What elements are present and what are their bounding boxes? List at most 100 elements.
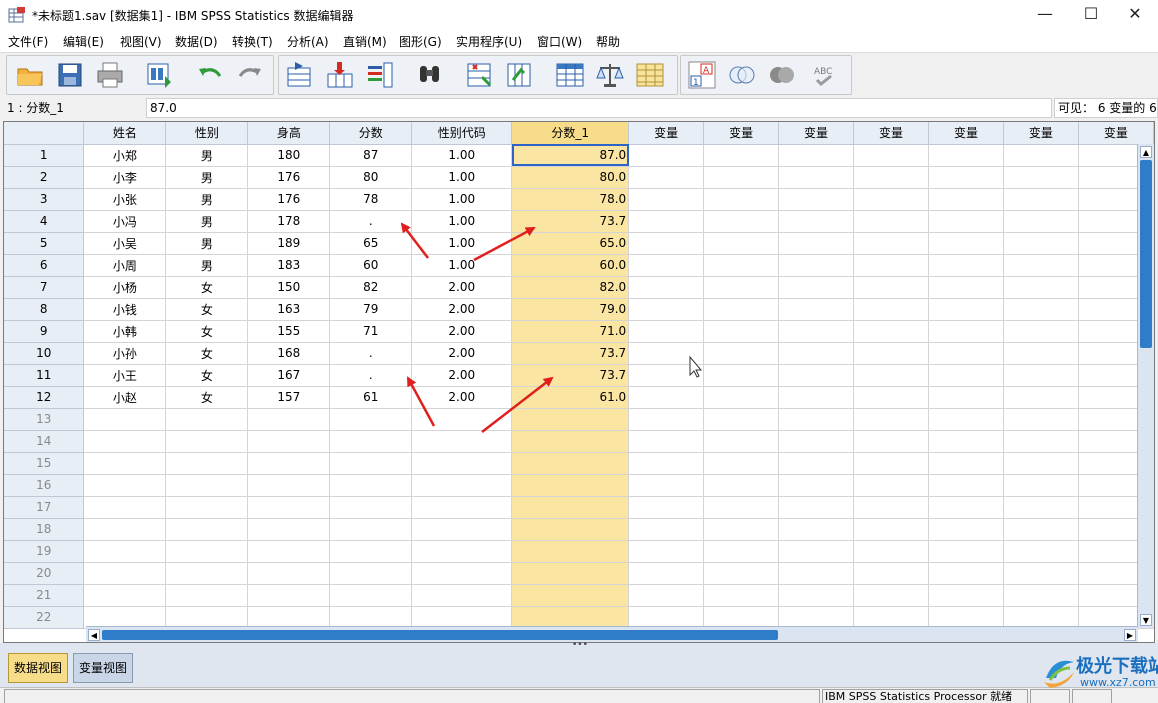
data-cell[interactable] bbox=[703, 540, 780, 563]
data-cell[interactable] bbox=[628, 386, 705, 409]
data-cell[interactable]: 小吴 bbox=[83, 232, 167, 255]
data-cell[interactable] bbox=[928, 232, 1004, 255]
data-cell[interactable] bbox=[778, 518, 855, 541]
undo-icon[interactable] bbox=[195, 60, 225, 90]
data-cell[interactable] bbox=[329, 562, 413, 585]
data-cell[interactable] bbox=[83, 584, 167, 607]
data-cell[interactable] bbox=[853, 254, 929, 277]
data-cell[interactable] bbox=[83, 518, 167, 541]
data-cell[interactable] bbox=[628, 408, 705, 431]
row-header[interactable]: 19 bbox=[4, 540, 85, 563]
data-cell[interactable]: 78 bbox=[329, 188, 413, 211]
column-header[interactable]: 变量 bbox=[928, 122, 1004, 145]
data-cell[interactable] bbox=[511, 518, 630, 541]
data-cell[interactable] bbox=[247, 584, 331, 607]
data-cell[interactable] bbox=[778, 276, 855, 299]
column-header[interactable]: 变量 bbox=[628, 122, 705, 145]
data-cell[interactable]: 小孙 bbox=[83, 342, 167, 365]
data-cell[interactable]: 小韩 bbox=[83, 320, 167, 343]
data-cell[interactable] bbox=[778, 298, 855, 321]
data-cell[interactable] bbox=[329, 606, 413, 629]
data-cell[interactable] bbox=[247, 540, 331, 563]
data-cell[interactable]: 71 bbox=[329, 320, 413, 343]
data-cell[interactable] bbox=[928, 144, 1004, 167]
data-cell[interactable] bbox=[928, 584, 1004, 607]
data-cell[interactable] bbox=[703, 584, 780, 607]
data-cell[interactable]: 2.00 bbox=[411, 342, 513, 365]
data-cell[interactable] bbox=[853, 562, 929, 585]
data-cell[interactable] bbox=[778, 562, 855, 585]
data-cell[interactable] bbox=[411, 606, 513, 629]
data-cell[interactable] bbox=[411, 474, 513, 497]
column-header[interactable]: 变量 bbox=[853, 122, 929, 145]
data-cell[interactable] bbox=[853, 452, 929, 475]
data-cell[interactable]: 男 bbox=[165, 210, 249, 233]
data-cell[interactable]: 小李 bbox=[83, 166, 167, 189]
data-cell[interactable] bbox=[83, 562, 167, 585]
data-cell[interactable] bbox=[247, 430, 331, 453]
vertical-scrollbar[interactable]: ▲ ▼ bbox=[1137, 144, 1154, 628]
data-cell[interactable]: 1.00 bbox=[411, 166, 513, 189]
vertical-scroll-thumb[interactable] bbox=[1140, 160, 1152, 348]
data-cell[interactable] bbox=[329, 496, 413, 519]
horizontal-scrollbar[interactable]: ◀ ▶ bbox=[86, 626, 1138, 642]
data-cell[interactable] bbox=[83, 430, 167, 453]
data-cell[interactable]: 女 bbox=[165, 298, 249, 321]
data-cell[interactable] bbox=[853, 276, 929, 299]
data-cell[interactable] bbox=[703, 232, 780, 255]
data-cell[interactable] bbox=[703, 320, 780, 343]
data-cell[interactable] bbox=[1003, 188, 1079, 211]
data-cell[interactable] bbox=[1003, 540, 1079, 563]
data-cell[interactable]: 男 bbox=[165, 254, 249, 277]
data-cell[interactable] bbox=[247, 452, 331, 475]
data-cell[interactable]: 1.00 bbox=[411, 188, 513, 211]
data-cell[interactable] bbox=[1003, 386, 1079, 409]
data-cell[interactable] bbox=[165, 474, 249, 497]
data-cell[interactable] bbox=[1003, 452, 1079, 475]
data-cell[interactable] bbox=[511, 606, 630, 629]
data-cell[interactable]: 2.00 bbox=[411, 364, 513, 387]
data-cell[interactable] bbox=[778, 320, 855, 343]
data-cell[interactable] bbox=[1003, 518, 1079, 541]
row-header[interactable]: 22 bbox=[4, 606, 85, 629]
row-header[interactable]: 21 bbox=[4, 584, 85, 607]
data-cell[interactable] bbox=[703, 364, 780, 387]
data-cell[interactable] bbox=[853, 518, 929, 541]
data-cell[interactable]: . bbox=[329, 364, 413, 387]
data-cell[interactable] bbox=[83, 474, 167, 497]
data-cell[interactable]: . bbox=[329, 210, 413, 233]
data-cell[interactable] bbox=[165, 430, 249, 453]
scroll-left-icon[interactable]: ◀ bbox=[88, 629, 100, 641]
data-cell[interactable] bbox=[329, 584, 413, 607]
data-cell[interactable] bbox=[778, 342, 855, 365]
data-cell[interactable]: 168 bbox=[247, 342, 331, 365]
data-cell[interactable] bbox=[628, 188, 705, 211]
select-cases-icon[interactable] bbox=[635, 60, 665, 90]
data-cell[interactable] bbox=[1003, 166, 1079, 189]
data-cell[interactable] bbox=[1003, 606, 1079, 629]
row-header[interactable]: 13 bbox=[4, 408, 85, 431]
row-header[interactable]: 1 bbox=[4, 144, 85, 167]
data-cell[interactable]: 73.7 bbox=[511, 342, 630, 365]
data-cell[interactable] bbox=[778, 144, 855, 167]
data-cell[interactable] bbox=[928, 518, 1004, 541]
data-cell[interactable] bbox=[247, 562, 331, 585]
data-cell[interactable] bbox=[411, 518, 513, 541]
row-header[interactable]: 8 bbox=[4, 298, 85, 321]
data-cell[interactable] bbox=[628, 430, 705, 453]
weight-cases-icon[interactable] bbox=[595, 60, 625, 90]
data-cell[interactable] bbox=[329, 408, 413, 431]
column-header[interactable]: 变量 bbox=[1078, 122, 1154, 145]
data-cell[interactable]: 176 bbox=[247, 166, 331, 189]
data-cell[interactable] bbox=[853, 430, 929, 453]
use-sets-icon[interactable] bbox=[727, 60, 757, 90]
data-cell[interactable] bbox=[628, 254, 705, 277]
row-header[interactable]: 17 bbox=[4, 496, 85, 519]
data-cell[interactable] bbox=[83, 496, 167, 519]
data-cell[interactable] bbox=[165, 408, 249, 431]
data-cell[interactable] bbox=[853, 496, 929, 519]
data-cell[interactable] bbox=[628, 606, 705, 629]
data-cell[interactable] bbox=[165, 540, 249, 563]
data-cell[interactable] bbox=[853, 144, 929, 167]
data-cell[interactable] bbox=[1003, 408, 1079, 431]
